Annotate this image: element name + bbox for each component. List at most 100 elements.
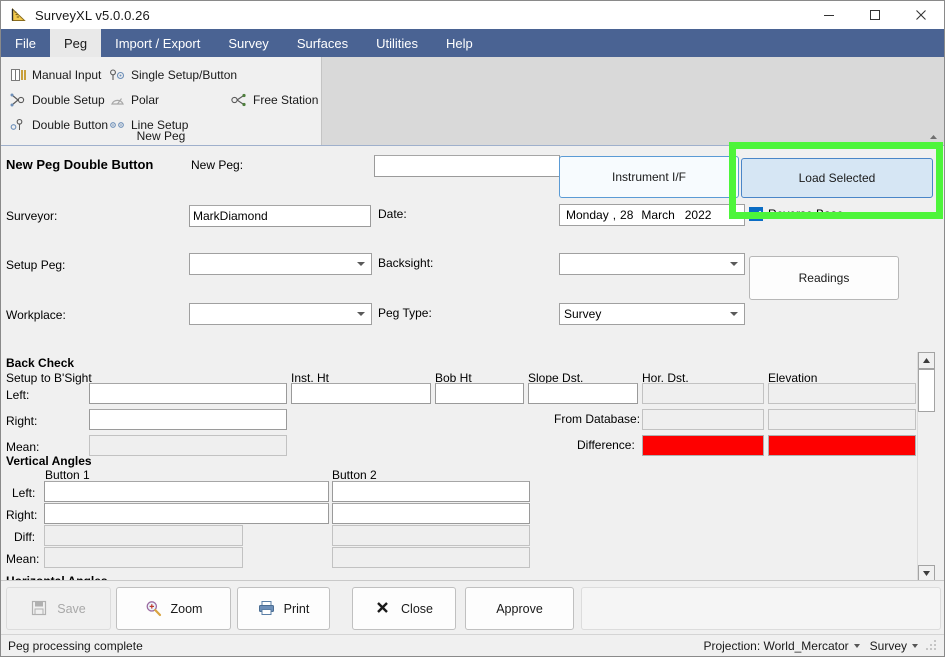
scroll-up-arrow-icon[interactable] [918,352,935,369]
print-button[interactable]: Print [237,587,330,630]
readings-button[interactable]: Readings [749,256,899,300]
ribbon-button-manual-input[interactable]: Manual Input [10,66,101,84]
surveyor-input[interactable] [189,205,371,227]
manual-input-icon [10,67,27,83]
vertical-angles-right-label: Right: [6,508,38,522]
vertical-angles-b2-right-input[interactable] [332,503,530,524]
back-check-left-label: Left: [6,388,30,402]
save-button: Save [6,587,111,630]
date-year: 2022 [684,208,712,222]
chevron-down-icon [730,312,738,316]
vertical-angles-left-label: Left: [12,486,36,500]
close-button-toolbar[interactable]: Close [352,587,456,630]
menu-item-utilities[interactable]: Utilities [362,29,432,57]
vertical-angles-b2-left-input[interactable] [332,481,530,502]
backsight-combobox[interactable] [559,253,745,275]
status-bar-right: Projection: World_Mercator Survey [693,638,938,653]
ribbon-button-free-station[interactable]: Free Station [231,91,318,109]
menu-item-file[interactable]: File [1,29,50,57]
peg-type-label: Peg Type: [378,306,432,320]
minimize-button[interactable] [806,1,852,29]
from-database-elev-input [768,409,916,430]
close-button[interactable] [898,1,944,29]
ribbon-button-polar[interactable]: Polar [109,91,159,109]
scrollbar-thumb[interactable] [918,369,935,412]
ribbon-collapse-icon[interactable] [928,132,939,143]
setup-peg-label: Setup Peg: [6,258,66,272]
back-check-title: Back Check [6,356,75,370]
projection-selector[interactable]: Projection: World_Mercator [703,638,860,653]
title-bar: SurveyXL v5.0.0.26 [1,1,944,29]
save-disk-icon [31,600,49,618]
from-database-label: From Database: [554,412,641,426]
ribbon-group-new-peg: Manual Input Single Setup/Button Double … [1,57,322,145]
back-check-left-slope-input[interactable] [528,383,638,404]
ribbon-button-label: Single Setup/Button [131,68,238,82]
back-check-left-bsight-input[interactable] [89,383,287,404]
date-day: 28 [620,208,634,222]
chevron-down-icon [357,312,365,316]
status-message: Peg processing complete [8,638,143,653]
approve-label: Approve [496,601,543,616]
vertical-angles-button2-header: Button 2 [332,468,377,482]
vertical-angles-diff-label: Diff: [14,530,36,544]
reverse-base-checkbox[interactable]: Reverse Base [749,207,843,221]
print-label: Print [283,601,310,616]
chevron-down-icon [357,262,365,266]
difference-hor-input [642,435,764,456]
ribbon-button-label: Free Station [253,93,319,107]
ribbon-button-double-setup[interactable]: Double Setup [10,91,105,109]
new-peg-input[interactable] [374,155,560,177]
menu-item-surfaces[interactable]: Surfaces [283,29,362,57]
approve-button[interactable]: Approve [465,587,574,630]
chevron-down-icon[interactable] [731,213,739,217]
difference-label: Difference: [577,438,635,452]
zoom-button[interactable]: Zoom [116,587,231,630]
form-vertical-scrollbar[interactable] [917,352,935,582]
menu-item-import-export[interactable]: Import / Export [101,29,214,57]
ribbon-button-single-setup[interactable]: Single Setup/Button [109,66,237,84]
load-selected-label: Load Selected [798,171,876,185]
resize-grip-icon[interactable] [926,638,938,653]
projection-label: Projection: World_Mercator [703,638,849,653]
workplace-combobox[interactable] [189,303,372,325]
load-selected-button[interactable]: Load Selected [741,158,933,198]
window-title: SurveyXL v5.0.0.26 [35,7,150,23]
polar-icon [109,92,126,108]
surveyxl-window: SurveyXL v5.0.0.26 File Peg Import / Exp… [0,0,945,657]
menu-item-help[interactable]: Help [432,29,487,57]
free-station-icon [231,92,248,108]
magnifier-plus-icon [145,600,163,618]
main-menu-bar: File Peg Import / Export Survey Surfaces… [1,29,944,57]
date-month: March [641,208,675,222]
reverse-base-label: Reverse Base [768,207,844,221]
back-check-left-hor-input [642,383,764,404]
vertical-angles-b1-mean-input [44,547,243,568]
setup-peg-combobox[interactable] [189,253,372,275]
back-check-right-bsight-input[interactable] [89,409,287,430]
single-setup-icon [109,67,126,83]
page-title: New Peg Double Button [6,157,154,172]
backsight-label: Backsight: [378,256,434,270]
peg-type-combobox[interactable]: Survey [559,303,745,325]
maximize-button[interactable] [852,1,898,29]
vertical-angles-b1-right-input[interactable] [44,503,329,524]
instrument-if-label: Instrument I/F [611,170,687,184]
chevron-down-icon [730,262,738,266]
mode-selector[interactable]: Survey [870,639,918,653]
vertical-angles-b2-mean-input [332,547,530,568]
instrument-if-button[interactable]: Instrument I/F [559,156,739,198]
date-label: Date: [378,207,407,221]
menu-item-survey[interactable]: Survey [214,29,282,57]
date-picker[interactable]: Monday , 28 March 2022 [559,204,745,226]
printer-icon [258,600,276,618]
status-bar: Peg processing complete Projection: Worl… [1,634,944,656]
date-comma: , [612,208,617,222]
back-check-mean-bsight-input [89,435,287,456]
back-check-left-bob-ht-input[interactable] [435,383,524,404]
close-label: Close [401,601,433,616]
vertical-angles-b2-diff-input [332,525,530,546]
back-check-left-inst-ht-input[interactable] [291,383,431,404]
menu-item-peg[interactable]: Peg [49,29,102,57]
vertical-angles-b1-left-input[interactable] [44,481,329,502]
